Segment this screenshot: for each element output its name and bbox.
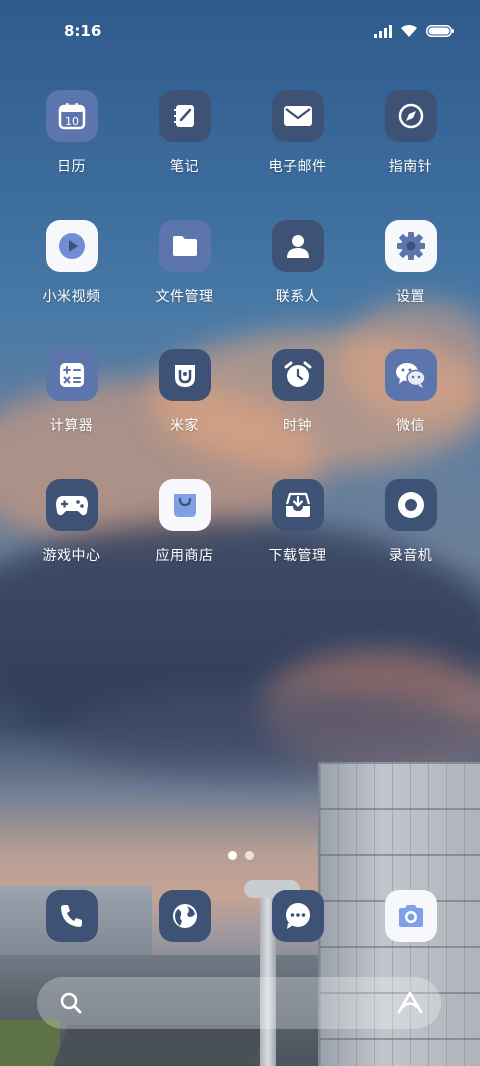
app-label: 笔记: [170, 159, 199, 175]
app-contacts[interactable]: 联系人: [241, 220, 354, 306]
notes-icon: [158, 90, 211, 142]
wechat-icon: [384, 349, 437, 401]
app-label: 微信: [396, 418, 425, 434]
mail-icon: [271, 90, 324, 142]
app-email[interactable]: 电子邮件: [241, 90, 354, 176]
search-bar[interactable]: [37, 977, 441, 1029]
app-label: 电子邮件: [268, 159, 327, 175]
app-label: 文件管理: [155, 289, 214, 305]
app-mi-video[interactable]: 小米视频: [15, 220, 128, 306]
app-calculator[interactable]: 计算器: [15, 349, 128, 435]
app-calendar[interactable]: 10 日历: [15, 90, 128, 176]
app-label: 时钟: [283, 418, 312, 434]
app-label: 联系人: [275, 289, 320, 305]
camera-icon: [384, 890, 437, 942]
calendar-icon: 10: [45, 90, 98, 142]
gear-icon: [384, 220, 437, 272]
app-file-manager[interactable]: 文件管理: [128, 220, 241, 306]
assistant-icon[interactable]: [397, 991, 423, 1015]
app-label: 下载管理: [268, 548, 327, 564]
record-icon: [384, 479, 437, 531]
dock-camera[interactable]: [354, 890, 467, 942]
app-label: 游戏中心: [42, 548, 101, 564]
app-game-center[interactable]: 游戏中心: [15, 479, 128, 565]
messages-icon: [271, 890, 324, 942]
app-app-store[interactable]: 应用商店: [128, 479, 241, 565]
folder-icon: [158, 220, 211, 272]
app-label: 指南针: [388, 159, 433, 175]
download-tray-icon: [271, 479, 324, 531]
page-indicator[interactable]: [228, 851, 254, 860]
app-wechat[interactable]: 微信: [354, 349, 467, 435]
mijia-icon: [158, 349, 211, 401]
app-recorder[interactable]: 录音机: [354, 479, 467, 565]
search-icon[interactable]: [59, 991, 83, 1015]
page-dot-1[interactable]: [228, 851, 237, 860]
app-download-manager[interactable]: 下载管理: [241, 479, 354, 565]
shopping-bag-icon: [158, 479, 211, 531]
page-dot-2[interactable]: [245, 851, 254, 860]
dock-messages[interactable]: [241, 890, 354, 942]
app-notes[interactable]: 笔记: [128, 90, 241, 176]
browser-globe-icon: [158, 890, 211, 942]
app-label: 日历: [57, 159, 86, 175]
app-compass[interactable]: 指南针: [354, 90, 467, 176]
app-label: 米家: [170, 418, 199, 434]
wifi-icon: [401, 24, 417, 37]
calendar-date: 10: [65, 115, 79, 128]
app-settings[interactable]: 设置: [354, 220, 467, 306]
app-label: 应用商店: [155, 548, 214, 564]
gamepad-icon: [45, 479, 98, 531]
dock-phone[interactable]: [15, 890, 128, 942]
contact-person-icon: [271, 220, 324, 272]
calculator-icon: [45, 349, 98, 401]
compass-icon: [384, 90, 437, 142]
app-label: 计算器: [49, 418, 94, 434]
alarm-clock-icon: [271, 349, 324, 401]
app-mijia[interactable]: 米家: [128, 349, 241, 435]
signal-icon: [374, 24, 392, 38]
status-time: 8:16: [64, 22, 102, 40]
dock-browser[interactable]: [128, 890, 241, 942]
app-label: 小米视频: [42, 289, 101, 305]
video-play-icon: [45, 220, 98, 272]
app-label: 设置: [396, 289, 425, 305]
battery-icon: [426, 25, 454, 37]
phone-icon: [45, 890, 98, 942]
app-clock[interactable]: 时钟: [241, 349, 354, 435]
app-label: 录音机: [388, 548, 433, 564]
status-bar: 8:16: [0, 0, 480, 62]
